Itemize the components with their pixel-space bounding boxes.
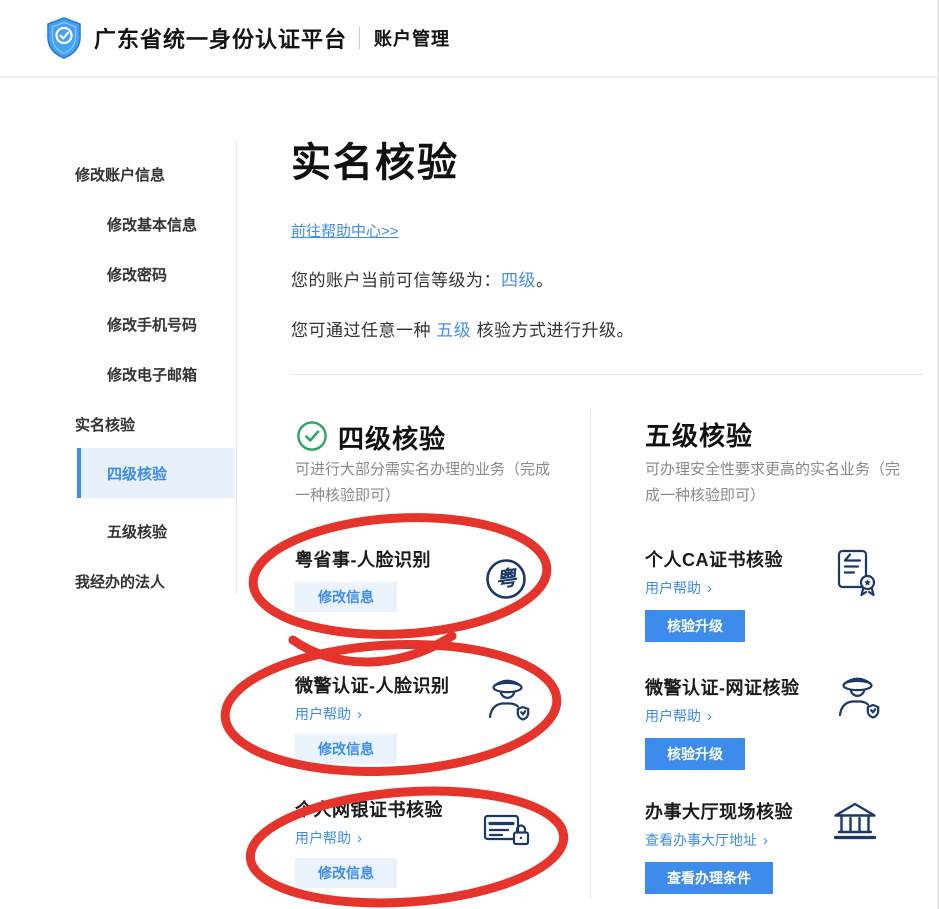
upgrade-level-value: 五级 [436,321,471,340]
sidebar-item-modify-email[interactable]: 修改电子邮箱 [107,364,197,385]
user-help-link[interactable]: 用户帮助 › [295,704,595,724]
sidebar-item-my-legal-persons[interactable]: 我经办的法人 [75,571,165,592]
chevron-right-icon: › [707,709,712,724]
svg-text:粤: 粤 [494,565,520,592]
card-title: 个人网银证书核验 [295,796,595,822]
annotation-ellipse-1-tail [293,636,452,662]
modify-info-button[interactable]: 修改信息 [295,858,397,888]
page: 广东省统一身份认证平台 账户管理 修改账户信息 修改基本信息 修改密码 修改手机… [0,0,939,909]
card-weijing-netcert: 微警认证-网证核验 用户帮助 › 核验升级 [645,674,939,770]
sidebar-divider [236,140,237,594]
trust-level-value: 四级 [501,271,536,290]
card-title: 个人CA证书核验 [645,546,939,572]
trust-level-suffix: 。 [536,271,554,290]
police-badge-icon [835,672,881,724]
page-title: 实名核验 [291,130,459,188]
hall-address-link[interactable]: 查看办事大厅地址 › [645,830,939,850]
header-section-label[interactable]: 账户管理 [374,25,450,51]
sidebar-item-modify-account-info[interactable]: 修改账户信息 [75,164,165,185]
sidebar-item-modify-basic-info[interactable]: 修改基本信息 [107,214,197,235]
sidebar-item-level4-verification[interactable]: 四级核验 [77,448,235,498]
verify-upgrade-button[interactable]: 核验升级 [645,738,745,770]
card-title: 微警认证-人脸识别 [295,672,595,698]
user-help-link[interactable]: 用户帮助 › [645,706,939,726]
card-netbank-cert: 个人网银证书核验 用户帮助 › 修改信息 [295,796,595,888]
sidebar-item-modify-phone[interactable]: 修改手机号码 [107,314,197,335]
yue-circle-icon: 粤 [483,556,529,602]
card-title: 粤省事-人脸识别 [295,546,595,572]
shield-logo-icon [46,17,82,59]
card-personal-ca-cert: 个人CA证书核验 用户帮助 › 核验升级 [645,546,939,642]
certificate-icon [836,549,878,599]
modify-info-button[interactable]: 修改信息 [295,582,397,612]
header-separator [359,27,360,49]
user-help-link[interactable]: 用户帮助 › [295,828,595,848]
trust-level-prefix: 您的账户当前可信等级为： [291,271,501,290]
sidebar-item-level5-verification[interactable]: 五级核验 [107,521,167,542]
help-label: 用户帮助 [295,828,351,848]
help-label: 查看办事大厅地址 [645,830,757,850]
check-circle-icon [296,420,328,452]
level4-section-title: 四级核验 [338,419,446,456]
level4-section-desc: 可进行大部分需实名办理的业务（完成一种核验即可） [295,457,561,509]
sidebar-active-label: 四级核验 [107,463,167,484]
government-building-icon [831,801,879,845]
chevron-right-icon: › [763,833,768,848]
police-badge-icon [485,674,531,726]
bank-card-lock-icon [483,810,533,852]
chevron-right-icon: › [357,707,362,722]
section-divider [291,374,923,375]
user-help-link[interactable]: 用户帮助 › [645,578,939,598]
upgrade-hint-line: 您可通过任意一种 五级 核验方式进行升级。 [291,316,634,341]
upgrade-prefix: 您可通过任意一种 [291,321,436,340]
upgrade-suffix: 核验方式进行升级。 [471,321,634,340]
card-service-hall-onsite: 办事大厅现场核验 查看办事大厅地址 › 查看办理条件 [645,798,939,894]
sidebar-item-realname-verification[interactable]: 实名核验 [75,414,135,435]
verify-upgrade-button[interactable]: 核验升级 [645,610,745,642]
card-title: 办事大厅现场核验 [645,798,939,824]
view-conditions-button[interactable]: 查看办理条件 [645,862,773,894]
card-title: 微警认证-网证核验 [645,674,939,700]
top-header: 广东省统一身份认证平台 账户管理 [0,0,939,78]
level5-section-title: 五级核验 [645,416,753,453]
help-center-link[interactable]: 前往帮助中心>> [291,220,399,241]
card-yueshengshi-face: 粤省事-人脸识别 修改信息 [295,546,595,612]
brand-title[interactable]: 广东省统一身份认证平台 [94,22,347,54]
help-label: 用户帮助 [645,578,701,598]
chevron-right-icon: › [357,831,362,846]
modify-info-button[interactable]: 修改信息 [295,734,397,764]
help-label: 用户帮助 [295,704,351,724]
trust-level-line: 您的账户当前可信等级为：四级。 [291,266,554,291]
chevron-right-icon: › [707,581,712,596]
help-label: 用户帮助 [645,706,701,726]
card-weijing-face: 微警认证-人脸识别 用户帮助 › 修改信息 [295,672,595,764]
sidebar-item-modify-password[interactable]: 修改密码 [107,264,167,285]
level5-section-desc: 可办理安全性要求更高的实名业务（完成一种核验即可） [645,457,911,509]
